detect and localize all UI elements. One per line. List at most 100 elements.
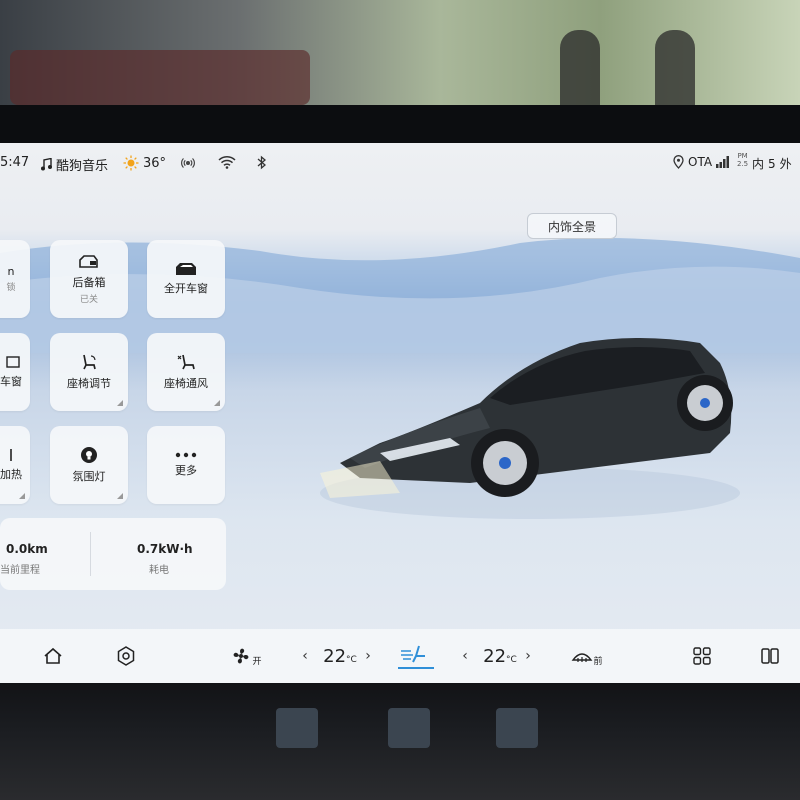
music-widget[interactable]: 酷狗音乐 bbox=[40, 155, 108, 174]
bluetooth-icon bbox=[257, 155, 266, 170]
apps-grid-button[interactable] bbox=[690, 629, 714, 683]
heat-icon bbox=[10, 449, 12, 461]
ambient-light-label: 氛围灯 bbox=[72, 470, 106, 483]
left-temp-decrease-arrow: ‹ bbox=[302, 648, 308, 664]
physical-vent-button bbox=[388, 708, 430, 748]
left-temp-display: 22 °C bbox=[318, 629, 362, 683]
music-note-icon bbox=[41, 158, 52, 171]
radar-icon bbox=[181, 158, 195, 168]
signal-icon bbox=[716, 156, 730, 168]
tile-corner-indicator bbox=[117, 493, 123, 499]
hexagon-settings-icon bbox=[117, 646, 135, 666]
ota-label: OTA bbox=[688, 155, 713, 169]
left-temp-increase[interactable]: › bbox=[362, 629, 374, 683]
window-icon bbox=[6, 356, 20, 368]
sunroof-tile[interactable]: 全开车窗 bbox=[147, 240, 225, 318]
left-temp-value: 22 bbox=[323, 645, 347, 667]
distance-label: 当前里程 bbox=[0, 565, 40, 576]
heat-tile[interactable]: 加热 bbox=[0, 426, 30, 504]
status-bar: 5:47 酷狗音乐 36° OTA PM 2.5 内 5 外 bbox=[0, 143, 800, 185]
defrost-icon bbox=[572, 653, 593, 662]
background-person bbox=[655, 30, 695, 110]
fan-icon bbox=[234, 648, 249, 664]
right-temp-unit: °C bbox=[506, 655, 517, 665]
right-temp-value: 22 bbox=[483, 645, 507, 667]
trunk-tile[interactable]: 后备箱 已关 bbox=[50, 240, 128, 318]
right-temp-decrease[interactable]: ‹ bbox=[458, 629, 472, 683]
seat-adjust-label: 座椅调节 bbox=[67, 377, 111, 390]
front-defrost-button[interactable]: 前 bbox=[570, 629, 604, 683]
ota-status[interactable]: OTA bbox=[673, 155, 730, 169]
location-icon bbox=[673, 155, 684, 169]
lock-tile-label: n bbox=[7, 265, 15, 278]
distance-value: 0.0km bbox=[6, 542, 48, 556]
sun-icon bbox=[123, 155, 139, 171]
split-screen-button[interactable] bbox=[758, 629, 782, 683]
grid-apps-icon bbox=[693, 647, 711, 665]
in-out-temp: 内 5 外 bbox=[752, 155, 792, 172]
temperature-text: 36° bbox=[143, 155, 167, 171]
left-temp-unit: °C bbox=[346, 655, 357, 665]
energy-label: 耗电 bbox=[149, 565, 169, 576]
heat-tile-label: 加热 bbox=[0, 468, 22, 481]
right-temp-decrease-arrow: ‹ bbox=[462, 648, 468, 664]
seat-adjust-tile[interactable]: 座椅调节 bbox=[50, 333, 128, 411]
pm-value: 2.5 bbox=[737, 160, 749, 168]
pm25-status: PM 2.5 bbox=[737, 152, 748, 168]
airflow-mode-button[interactable] bbox=[394, 629, 438, 683]
window-tile[interactable]: 车窗 bbox=[0, 333, 30, 411]
sunroof-icon bbox=[176, 263, 196, 275]
ambient-light-icon bbox=[81, 447, 97, 463]
music-app-label: 酷狗音乐 bbox=[56, 159, 109, 174]
more-tile[interactable]: 更多 bbox=[147, 426, 225, 504]
defrost-label: 前 bbox=[593, 656, 603, 667]
tile-corner-indicator bbox=[214, 400, 220, 406]
ambient-light-tile[interactable]: 氛围灯 bbox=[50, 426, 128, 504]
clock: 5:47 bbox=[0, 155, 29, 170]
seat-adjust-icon bbox=[83, 354, 96, 370]
car-3d-model[interactable] bbox=[320, 293, 750, 523]
home-icon bbox=[44, 647, 62, 664]
wifi-status bbox=[218, 155, 236, 169]
more-dots-icon bbox=[175, 452, 197, 458]
left-temp-decrease[interactable]: ‹ bbox=[298, 629, 312, 683]
split-screen-icon bbox=[761, 648, 779, 664]
fan-label: 开 bbox=[252, 656, 262, 667]
lock-tile-sub: 锁 bbox=[6, 283, 16, 293]
background-person bbox=[560, 30, 600, 110]
physical-vent-button bbox=[276, 708, 318, 748]
trip-stats-card[interactable]: 0.0km 当前里程 0.7kW·h 耗电 bbox=[0, 518, 226, 590]
wifi-icon bbox=[218, 156, 236, 169]
stats-divider bbox=[90, 532, 91, 576]
window-tile-label: 车窗 bbox=[0, 375, 22, 388]
car-infotainment-screen: 5:47 酷狗音乐 36° OTA PM 2.5 内 5 外 内饰全景 n 锁 … bbox=[0, 143, 800, 683]
lock-tile[interactable]: n 锁 bbox=[0, 240, 30, 318]
trunk-status: 已关 bbox=[79, 294, 98, 305]
interior-panorama-label: 内饰全景 bbox=[547, 219, 596, 234]
energy-value: 0.7kW·h bbox=[137, 542, 193, 556]
time-text: 5:47 bbox=[0, 155, 30, 170]
inside-label: 内 bbox=[752, 157, 765, 171]
outside-label: 外 bbox=[779, 157, 792, 171]
tile-corner-indicator bbox=[117, 400, 123, 406]
more-label: 更多 bbox=[175, 464, 197, 477]
right-temp-increase[interactable]: › bbox=[522, 629, 534, 683]
fan-button[interactable]: 开 bbox=[230, 629, 264, 683]
inside-value: 5 bbox=[768, 156, 776, 171]
right-temp-increase-arrow: › bbox=[525, 648, 531, 664]
weather-widget[interactable]: 36° bbox=[123, 155, 166, 171]
settings-button[interactable] bbox=[112, 629, 140, 683]
background-photo bbox=[0, 0, 800, 110]
airflow-icon bbox=[401, 645, 425, 663]
home-button[interactable] bbox=[38, 629, 68, 683]
sunroof-label: 全开车窗 bbox=[164, 282, 208, 295]
bluetooth-status bbox=[257, 155, 267, 170]
seat-vent-tile[interactable]: 座椅通风 bbox=[147, 333, 225, 411]
background-car bbox=[10, 50, 310, 105]
physical-vent-button bbox=[496, 708, 538, 748]
trunk-icon bbox=[79, 254, 98, 268]
tile-corner-indicator bbox=[19, 493, 25, 499]
seat-vent-icon bbox=[177, 354, 195, 370]
seat-vent-label: 座椅通风 bbox=[164, 377, 208, 390]
interior-panorama-button[interactable]: 内饰全景 bbox=[527, 213, 617, 239]
